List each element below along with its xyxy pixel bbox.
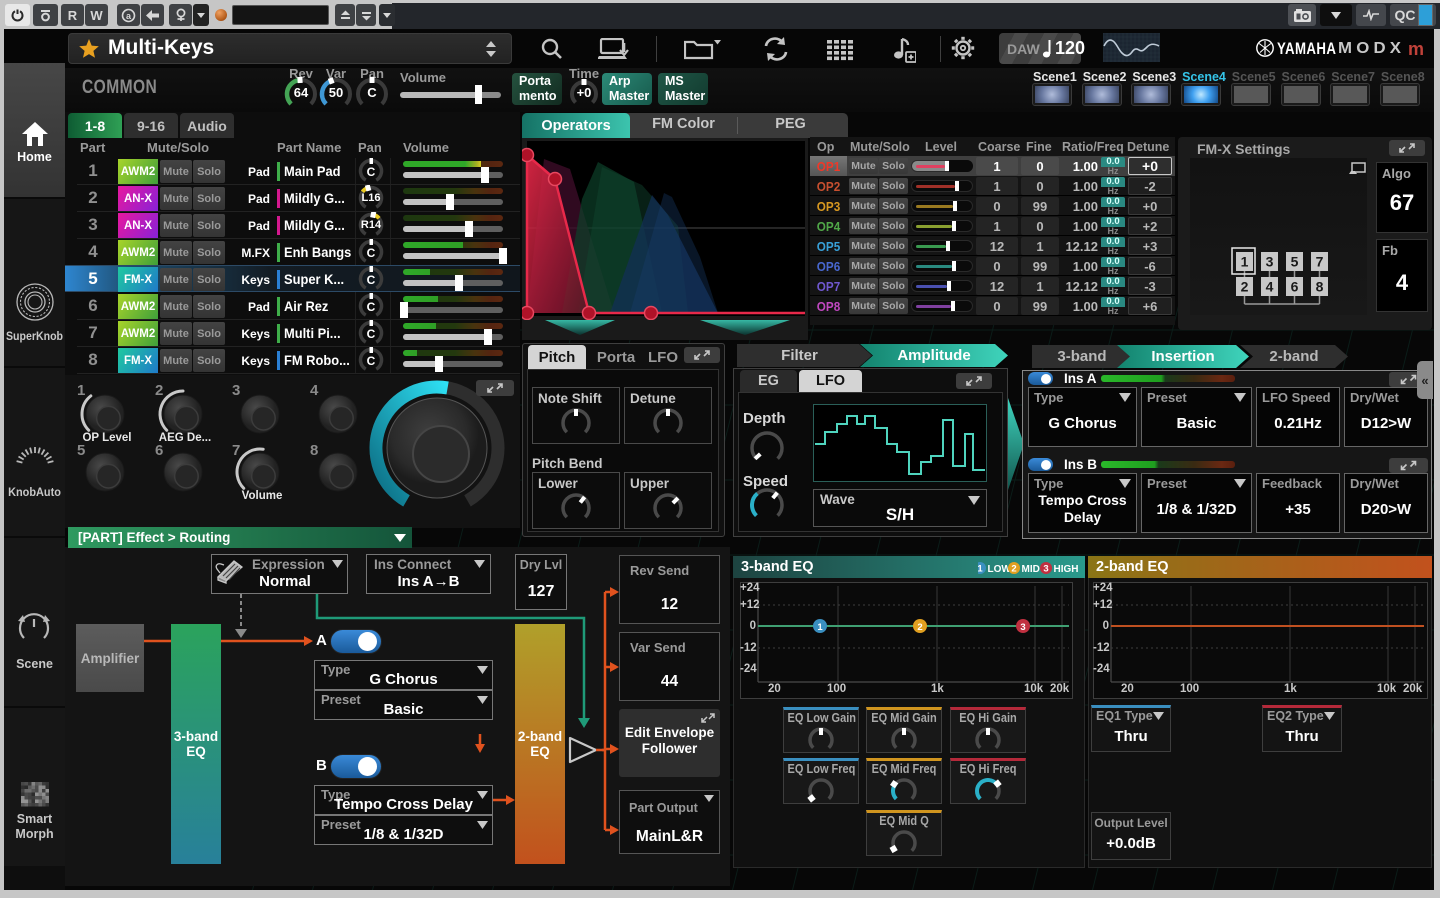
svg-text:a: a: [126, 11, 132, 21]
svg-text:2: 2: [917, 622, 922, 633]
svg-text:3: 3: [1266, 254, 1274, 270]
svg-text:4: 4: [1266, 279, 1274, 295]
svg-text:8: 8: [1316, 279, 1324, 295]
svg-text:2: 2: [1011, 564, 1016, 575]
svg-text:6: 6: [1291, 279, 1299, 295]
svg-text:3: 3: [1020, 622, 1025, 633]
svg-text:MID: MID: [1022, 564, 1040, 575]
svg-text:HIGH: HIGH: [1054, 564, 1079, 575]
svg-text:1: 1: [1241, 254, 1249, 270]
svg-text:1: 1: [978, 564, 983, 575]
svg-text:7: 7: [1316, 254, 1324, 270]
svg-text:3: 3: [1043, 564, 1048, 575]
svg-text:LOW: LOW: [988, 564, 1012, 575]
svg-text:2: 2: [1241, 279, 1249, 295]
svg-text:5: 5: [1291, 254, 1299, 270]
svg-text:1: 1: [817, 622, 823, 633]
